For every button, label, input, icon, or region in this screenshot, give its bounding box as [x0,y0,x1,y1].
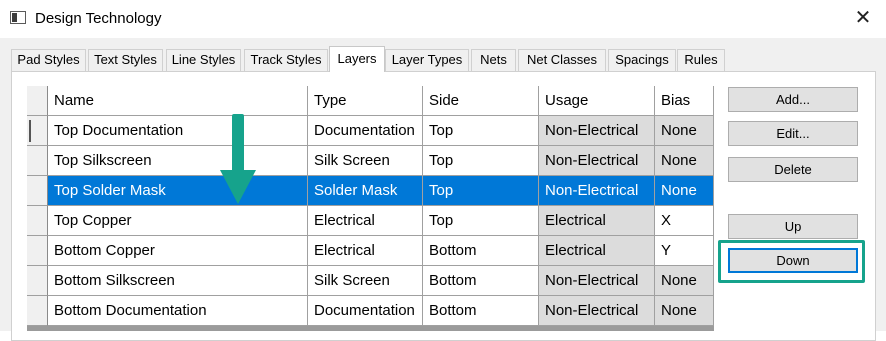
cell-name[interactable]: Top Copper [48,206,308,236]
app-window-icon [10,11,26,24]
cell-type[interactable]: Electrical [308,236,423,266]
cell-type[interactable]: Electrical [308,206,423,236]
column-header-name[interactable]: Name [48,86,308,116]
cell-usage: Electrical [539,206,655,236]
column-header-bias[interactable]: Bias [655,86,714,116]
grid-header-row: Name Type Side Usage Bias [27,86,714,116]
cell-type[interactable]: Documentation [308,296,423,326]
cell-side[interactable]: Top [423,176,539,206]
cell-type[interactable]: Silk Screen [308,146,423,176]
cell-usage: Non-Electrical [539,146,655,176]
row-selector[interactable] [27,146,48,176]
row-selector[interactable] [27,236,48,266]
header-corner [27,86,48,116]
title-bar: Design Technology ✕ [0,0,886,38]
cell-name[interactable]: Top Silkscreen [48,146,308,176]
table-row-selected[interactable]: Top Solder Mask Solder Mask Top Non-Elec… [27,176,714,206]
table-row[interactable]: Top Copper Electrical Top Electrical X [27,206,714,236]
cell-side[interactable]: Bottom [423,296,539,326]
layers-grid[interactable]: Name Type Side Usage Bias Top Documentat… [27,86,714,331]
table-row[interactable]: Top Silkscreen Silk Screen Top Non-Elect… [27,146,714,176]
row-marker [29,120,31,142]
cell-bias: None [655,116,714,146]
cell-usage: Non-Electrical [539,116,655,146]
close-icon[interactable]: ✕ [852,6,874,30]
cell-usage: Electrical [539,236,655,266]
tab-spacings[interactable]: Spacings [608,49,676,71]
cell-name[interactable]: Top Documentation [48,116,308,146]
tab-net-classes[interactable]: Net Classes [518,49,606,71]
tab-nets[interactable]: Nets [471,49,516,71]
tab-track-styles[interactable]: Track Styles [244,49,328,71]
cell-name[interactable]: Bottom Copper [48,236,308,266]
up-button[interactable]: Up [728,214,858,239]
cell-type[interactable]: Documentation [308,116,423,146]
column-header-side[interactable]: Side [423,86,539,116]
cell-bias: None [655,266,714,296]
cell-usage: Non-Electrical [539,266,655,296]
window-title: Design Technology [35,10,162,27]
edit-button[interactable]: Edit... [728,121,858,146]
table-row[interactable]: Bottom Copper Electrical Bottom Electric… [27,236,714,266]
row-selector[interactable] [27,266,48,296]
cell-side[interactable]: Bottom [423,266,539,296]
cell-side[interactable]: Top [423,206,539,236]
row-selector[interactable] [27,206,48,236]
table-row[interactable]: Bottom Silkscreen Silk Screen Bottom Non… [27,266,714,296]
cell-side[interactable]: Bottom [423,236,539,266]
tab-line-styles[interactable]: Line Styles [166,49,241,71]
tab-rules[interactable]: Rules [677,49,725,71]
column-header-usage[interactable]: Usage [539,86,655,116]
table-row[interactable]: Bottom Documentation Documentation Botto… [27,296,714,326]
cell-bias[interactable]: Y [655,236,714,266]
cell-bias: None [655,296,714,326]
add-button[interactable]: Add... [728,87,858,112]
cell-side[interactable]: Top [423,146,539,176]
cell-type[interactable]: Solder Mask [308,176,423,206]
row-selector[interactable] [27,296,48,326]
cell-name[interactable]: Bottom Documentation [48,296,308,326]
cell-type[interactable]: Silk Screen [308,266,423,296]
cell-usage: Non-Electrical [539,296,655,326]
column-header-type[interactable]: Type [308,86,423,116]
cell-bias: None [655,176,714,206]
row-selector[interactable] [27,116,48,146]
cell-bias: None [655,146,714,176]
tab-pad-styles[interactable]: Pad Styles [11,49,86,71]
down-arrow-icon [220,114,256,204]
cell-side[interactable]: Top [423,116,539,146]
row-selector[interactable] [27,176,48,206]
table-row[interactable]: Top Documentation Documentation Top Non-… [27,116,714,146]
tab-layers[interactable]: Layers [329,46,385,72]
cell-name[interactable]: Top Solder Mask [48,176,308,206]
cell-bias[interactable]: X [655,206,714,236]
cell-name[interactable]: Bottom Silkscreen [48,266,308,296]
cell-usage: Non-Electrical [539,176,655,206]
tab-text-styles[interactable]: Text Styles [88,49,163,71]
tab-layer-types[interactable]: Layer Types [385,49,469,71]
highlight-box [718,240,865,283]
delete-button[interactable]: Delete [728,157,858,182]
